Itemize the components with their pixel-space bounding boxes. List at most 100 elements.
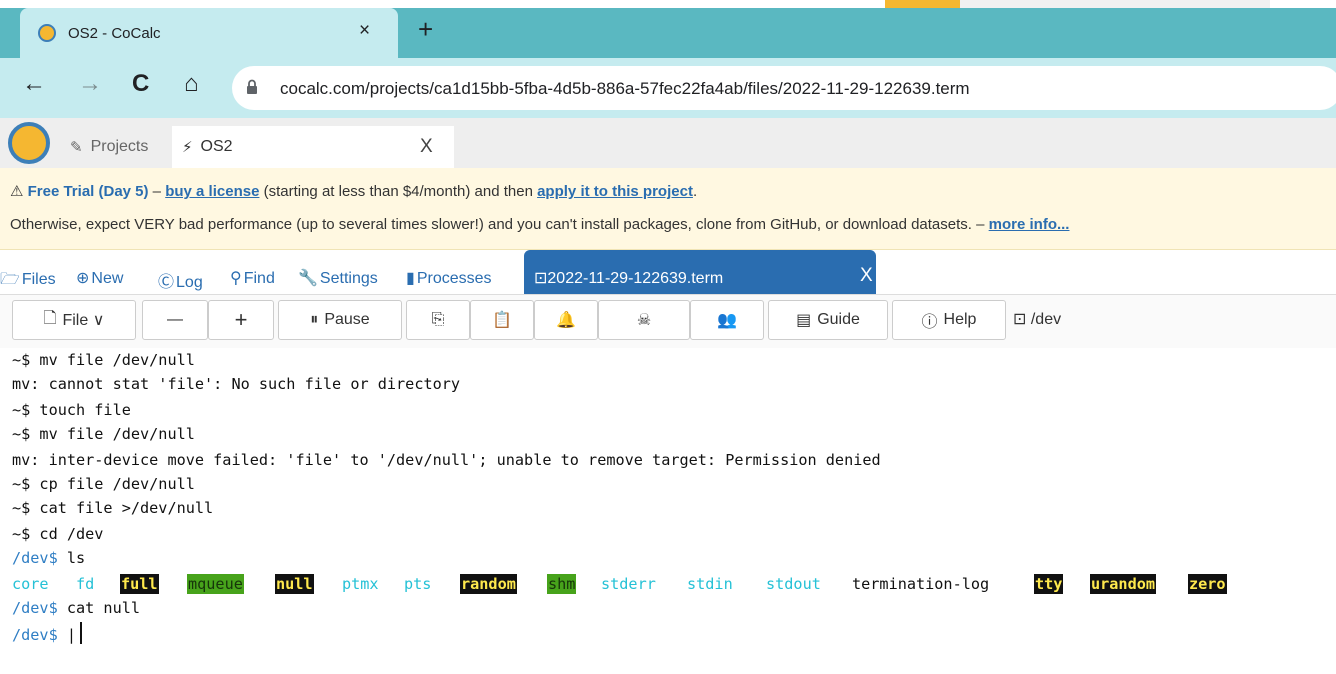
ls-output: core fd full mqueue null ptmx pts random… xyxy=(12,574,1312,594)
help-label: Help xyxy=(943,311,977,328)
help-button[interactable]: ⓘ Help xyxy=(892,300,1006,340)
zoom-in-button[interactable]: + xyxy=(208,300,274,340)
prompt: /dev$ xyxy=(12,626,58,644)
settings-button[interactable]: 🔧 Settings xyxy=(298,268,378,288)
prompt: /dev$ xyxy=(12,599,58,617)
lock-icon xyxy=(247,79,257,94)
new-tab-button[interactable]: + xyxy=(418,16,433,42)
ls-item: pts xyxy=(404,575,432,593)
ls-item: random xyxy=(460,574,517,594)
more-info-link[interactable]: more info... xyxy=(989,216,1070,233)
folder-icon: 🗁 xyxy=(0,271,20,288)
minus-icon: — xyxy=(167,311,183,328)
guide-button[interactable]: ▤ Guide xyxy=(768,300,888,340)
url-text: cocalc.com/projects/ca1d15bb-5fba-4d5b-8… xyxy=(280,79,970,98)
terminal-line: ~$ touch file xyxy=(12,401,131,419)
browser-tab[interactable]: OS2 - CoCalc × xyxy=(20,8,398,58)
terminal-line: /dev$ cat null xyxy=(12,598,140,618)
close-file-tab-icon[interactable]: X xyxy=(860,266,873,285)
ls-item: zero xyxy=(1188,574,1227,594)
bell-button[interactable]: 🔔 xyxy=(534,300,598,340)
reload-button[interactable]: C xyxy=(132,72,149,96)
skull-icon: ☠ xyxy=(636,312,652,329)
browser-toolbar: ← → C ⌂ cocalc.com/projects/ca1d15bb-5fb… xyxy=(0,58,1336,118)
forward-button[interactable]: → xyxy=(78,72,102,96)
new-label: New xyxy=(91,270,124,287)
cocalc-top-bar: ✎ Projects ⚡ OS2 X xyxy=(0,118,1336,168)
file-icon: 🗋 xyxy=(43,309,57,327)
ls-item: stderr xyxy=(601,575,656,593)
file-menu-label: File ∨ xyxy=(62,312,105,329)
new-button[interactable]: ⊕ New xyxy=(76,268,123,288)
file-tab-term[interactable]: ⊡2022-11-29-122639.term X xyxy=(524,250,876,294)
zoom-out-button[interactable]: — xyxy=(142,300,208,340)
ls-item: shm xyxy=(547,574,577,594)
pause-button[interactable]: ⏸ Pause xyxy=(278,300,402,340)
command: ls xyxy=(57,549,86,567)
paste-icon: 📋 xyxy=(492,312,512,329)
terminal-toolbar: 🗋 File ∨ — + ⏸ Pause ⎘ 📋 🔔 ☠ 👥 ▤ Guide ⓘ Hel… xyxy=(0,294,1336,348)
projects-label: Projects xyxy=(90,138,149,155)
buy-license-link[interactable]: buy a license xyxy=(165,183,259,200)
apply-license-link[interactable]: apply it to this project xyxy=(537,183,693,200)
banner-line-1: ⚠ Free Trial (Day 5) – buy a license (st… xyxy=(10,182,697,200)
pencil-icon: ✎ xyxy=(70,139,83,156)
project-action-bar: 🗁 Files ⊕ New Ⓒ Log ⚲ Find 🔧 Settings ▮ Proces… xyxy=(0,250,1336,294)
address-bar[interactable]: cocalc.com/projects/ca1d15bb-5fba-4d5b-8… xyxy=(232,66,1336,110)
banner-text-2: Otherwise, expect VERY bad performance (… xyxy=(10,216,989,233)
terminal-output[interactable]: ~$ mv file /dev/null mv: cannot stat 'fi… xyxy=(0,348,1336,674)
kill-button[interactable]: ☠ xyxy=(598,300,690,340)
browser-tab-title: OS2 - CoCalc xyxy=(68,25,161,42)
plus-icon: + xyxy=(234,307,248,332)
file-menu-button[interactable]: 🗋 File ∨ xyxy=(12,300,136,340)
guide-label: Guide xyxy=(817,311,860,328)
plus-circle-icon: ⊕ xyxy=(76,270,90,287)
wrench-icon: 🔧 xyxy=(298,270,318,287)
ls-item: core xyxy=(12,575,49,593)
cursor xyxy=(80,622,83,644)
guide-icon: ▤ xyxy=(796,312,812,329)
terminal-line: ~$ cd /dev xyxy=(12,525,104,543)
project-tab-os2[interactable]: ⚡ OS2 X xyxy=(172,126,454,168)
ls-item: tty xyxy=(1034,574,1064,594)
projects-tab[interactable]: ✎ Projects xyxy=(64,126,170,168)
terminal-line: ~$ cat file >/dev/null xyxy=(12,499,214,517)
cpu-icon: ▮ xyxy=(406,270,415,287)
close-project-icon[interactable]: X xyxy=(420,136,433,158)
cocalc-favicon-icon xyxy=(38,24,56,42)
terminal-line: /dev$ | xyxy=(12,622,83,645)
home-button[interactable]: ⌂ xyxy=(184,72,199,96)
processes-button[interactable]: ▮ Processes xyxy=(406,268,492,288)
files-button[interactable]: 🗁 Files xyxy=(0,268,56,295)
terminal-icon: ⊡ xyxy=(1013,311,1027,328)
copy-button[interactable]: ⎘ xyxy=(406,300,470,340)
find-label: Find xyxy=(243,270,275,287)
file-tab-label: ⊡2022-11-29-122639.term xyxy=(534,268,723,288)
terminal-icon: ⊡ xyxy=(534,270,548,287)
log-button[interactable]: Ⓒ Log xyxy=(158,268,203,292)
browser-tab-strip: OS2 - CoCalc × + xyxy=(0,0,1336,58)
find-button[interactable]: ⚲ Find xyxy=(230,268,275,288)
banner-text-1: (starting at less than $4/month) and the… xyxy=(259,183,538,200)
tab-close-icon[interactable]: × xyxy=(359,21,370,40)
trial-banner: ⚠ Free Trial (Day 5) – buy a license (st… xyxy=(0,168,1336,250)
terminal-line: /dev$ ls xyxy=(12,548,85,568)
files-label: Files xyxy=(21,271,56,288)
ls-item: ptmx xyxy=(342,575,379,593)
terminal-line: ~$ mv file /dev/null xyxy=(12,425,195,443)
clear-users-button[interactable]: 👥 xyxy=(690,300,764,340)
project-tab-label: OS2 xyxy=(200,138,233,155)
back-button[interactable]: ← xyxy=(22,72,46,96)
ls-item: termination-log xyxy=(852,575,990,593)
users-x-icon: 👥 xyxy=(717,312,737,329)
prompt: /dev$ xyxy=(12,549,58,567)
cocalc-logo-icon[interactable] xyxy=(8,122,50,164)
pause-icon: ⏸ xyxy=(310,311,319,328)
terminal-line: mv: inter-device move failed: 'file' to … xyxy=(12,451,881,469)
paste-button[interactable]: 📋 xyxy=(470,300,534,340)
period: . xyxy=(692,183,698,200)
terminal-line: ~$ cp file /dev/null xyxy=(12,475,195,493)
dash: – xyxy=(148,183,166,200)
settings-label: Settings xyxy=(319,270,378,287)
current-dir-label: /dev xyxy=(1030,311,1062,328)
